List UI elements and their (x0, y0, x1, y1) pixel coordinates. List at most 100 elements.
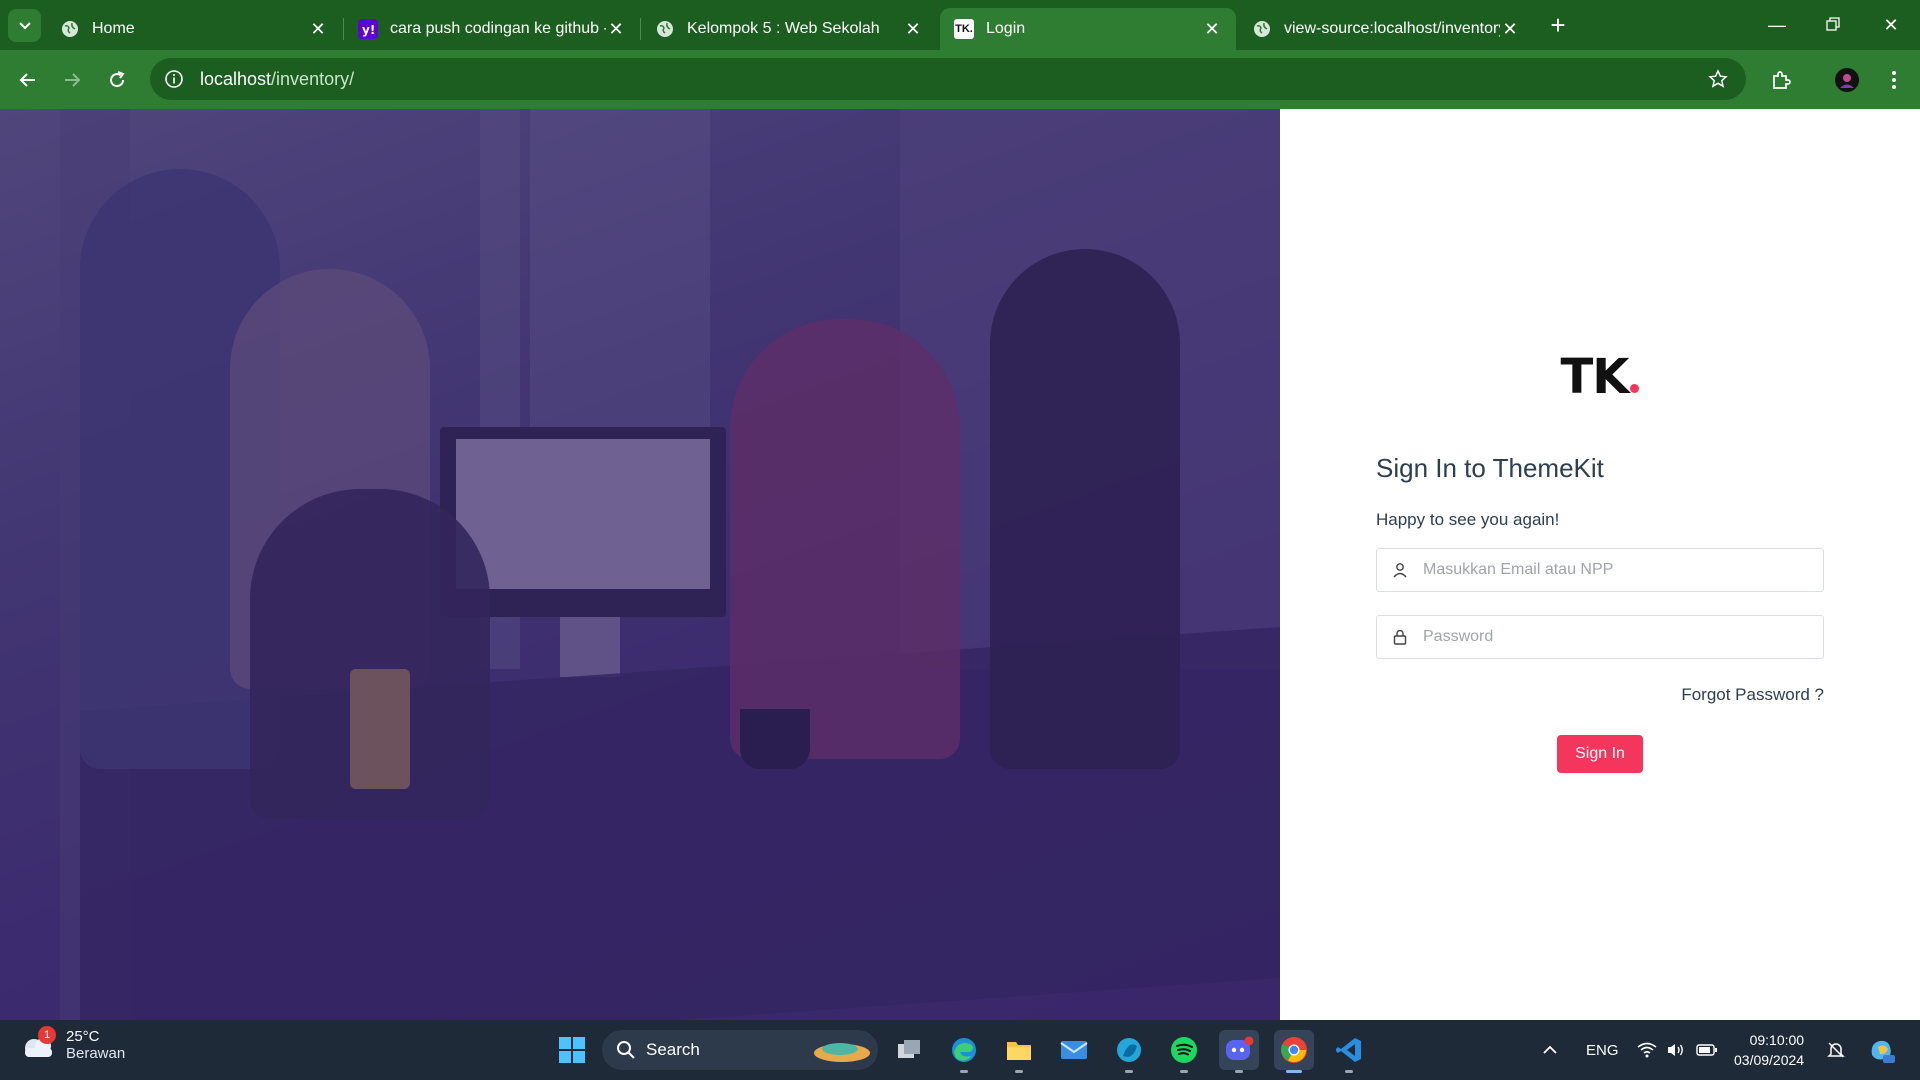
tk-icon: TK. (954, 19, 974, 39)
search-icon (617, 1041, 635, 1059)
browser-menu-button[interactable] (1878, 64, 1910, 96)
windows-taskbar: 1 25°C Berawan Search ENG 09:10:00 03/09… (0, 1020, 1920, 1080)
notification-badge: 1 (38, 1026, 56, 1044)
arrow-left-icon (19, 73, 35, 87)
mail-icon[interactable] (1054, 1030, 1094, 1070)
tab-login[interactable]: TK. Login ✕ (940, 8, 1236, 50)
close-tab-icon[interactable]: ✕ (308, 19, 328, 40)
edge-canary-icon[interactable] (1109, 1030, 1149, 1073)
new-tab-button[interactable]: + (1544, 12, 1572, 40)
globe-icon (655, 19, 675, 39)
tab-web-sekolah[interactable]: Kelompok 5 : Web Sekolah ✕ (641, 8, 937, 50)
spotify-icon[interactable] (1164, 1030, 1204, 1073)
weather-temp: 25°C (66, 1028, 100, 1045)
running-indicator (1286, 1070, 1302, 1073)
tab-title: view-source:localhost/inventory (1284, 20, 1500, 37)
wifi-icon[interactable] (1637, 1020, 1657, 1080)
browser-toolbar: localhost/inventory/ (0, 50, 1920, 109)
weather-condition: Berawan (66, 1045, 126, 1062)
windows-start-icon[interactable] (552, 1030, 592, 1070)
sign-in-button[interactable]: Sign In (1557, 735, 1643, 773)
running-indicator (960, 1070, 968, 1073)
lock-icon (1391, 628, 1409, 646)
notifications-icon[interactable] (1826, 1020, 1846, 1080)
tab-view-source[interactable]: view-source:localhost/inventory ✕ (1238, 8, 1534, 50)
password-placeholder: Password (1423, 628, 1494, 645)
password-field[interactable]: Password (1376, 615, 1824, 659)
vscode-icon[interactable] (1329, 1030, 1369, 1073)
tab-title: cara push codingan ke github - (390, 20, 606, 37)
yahoo-icon: y! (358, 19, 378, 39)
copilot-icon[interactable] (1866, 1020, 1896, 1080)
signin-wrapper: Sign In (1376, 735, 1824, 773)
page-viewport: TK Sign In to ThemeKit Happy to see you … (0, 109, 1920, 1020)
task-view-icon[interactable] (889, 1030, 929, 1070)
user-icon (1391, 561, 1409, 579)
search-label: Search (646, 1040, 700, 1059)
cloudy-icon: 1 (20, 1026, 56, 1062)
edge-icon[interactable] (944, 1030, 984, 1073)
login-panel: TK Sign In to ThemeKit Happy to see you … (1376, 349, 1824, 773)
discord-icon[interactable] (1219, 1030, 1259, 1073)
running-indicator (1180, 1070, 1188, 1073)
search-highlight-icon (814, 1043, 870, 1062)
login-heading: Sign In to ThemeKit (1376, 453, 1604, 483)
svg-text:y!: y! (362, 23, 375, 37)
show-hidden-icons-button[interactable] (1542, 1020, 1558, 1080)
file-explorer-icon[interactable] (999, 1030, 1039, 1073)
running-indicator (1125, 1070, 1133, 1073)
avatar-icon (1835, 68, 1859, 92)
url-host: localhost (200, 68, 272, 89)
tab-title: Login (986, 20, 1026, 37)
close-tab-icon[interactable]: ✕ (606, 19, 626, 40)
tab-title: Kelompok 5 : Web Sekolah (687, 20, 880, 37)
tab-title: Home (92, 20, 135, 37)
tab-search-button[interactable] (8, 9, 41, 42)
kebab-menu-icon (1892, 71, 1896, 89)
bookmark-star-icon[interactable] (1706, 67, 1730, 91)
system-clock[interactable]: 09:10:00 03/09/2024 (1734, 1030, 1804, 1070)
hero-office-image (0, 109, 1280, 1020)
weather-widget[interactable]: 1 25°C Berawan (20, 1026, 126, 1062)
battery-icon[interactable] (1696, 1020, 1718, 1080)
clock-time: 09:10:00 (1749, 1032, 1805, 1048)
chrome-icon[interactable] (1274, 1030, 1314, 1073)
site-info-icon[interactable] (162, 67, 186, 91)
restore-button[interactable] (1810, 10, 1856, 40)
back-button[interactable] (12, 64, 44, 96)
close-tab-icon[interactable]: ✕ (903, 19, 923, 40)
email-placeholder: Masukkan Email atau NPP (1423, 561, 1614, 578)
reload-icon (110, 71, 125, 88)
language-indicator[interactable]: ENG (1586, 1020, 1619, 1080)
chevron-up-icon (1543, 1045, 1557, 1054)
reload-button[interactable] (101, 64, 133, 96)
close-window-button[interactable]: ✕ (1868, 10, 1914, 40)
chevron-down-icon (18, 21, 31, 29)
globe-icon (60, 19, 80, 39)
profile-avatar[interactable] (1831, 64, 1863, 96)
hero-overlay (0, 109, 1280, 1020)
running-indicator (1345, 1070, 1353, 1073)
close-tab-icon[interactable]: ✕ (1500, 19, 1520, 40)
restore-icon (1826, 17, 1840, 31)
running-indicator (1235, 1070, 1243, 1073)
puzzle-icon (1773, 71, 1791, 89)
running-indicator (1015, 1070, 1023, 1073)
volume-icon[interactable] (1666, 1020, 1686, 1080)
taskbar-search[interactable]: Search (602, 1030, 878, 1070)
themekit-logo: TK (1376, 349, 1824, 405)
tab-github-search[interactable]: y! cara push codingan ke github - ✕ (344, 8, 640, 50)
arrow-right-icon (65, 73, 81, 87)
forward-button[interactable] (56, 64, 88, 96)
browser-tabstrip: Home ✕ y! cara push codingan ke github -… (0, 0, 1920, 50)
email-field[interactable]: Masukkan Email atau NPP (1376, 548, 1824, 592)
extensions-button[interactable] (1765, 64, 1797, 96)
address-bar[interactable]: localhost/inventory/ (150, 58, 1746, 100)
login-subheading: Happy to see you again! (1376, 510, 1560, 529)
globe-icon (1252, 19, 1272, 39)
tab-home[interactable]: Home ✕ (46, 8, 342, 50)
minimize-button[interactable]: — (1754, 10, 1800, 40)
close-tab-icon[interactable]: ✕ (1202, 19, 1222, 40)
clock-date: 03/09/2024 (1734, 1052, 1805, 1068)
forgot-password-link[interactable]: Forgot Password ? (1376, 685, 1824, 705)
